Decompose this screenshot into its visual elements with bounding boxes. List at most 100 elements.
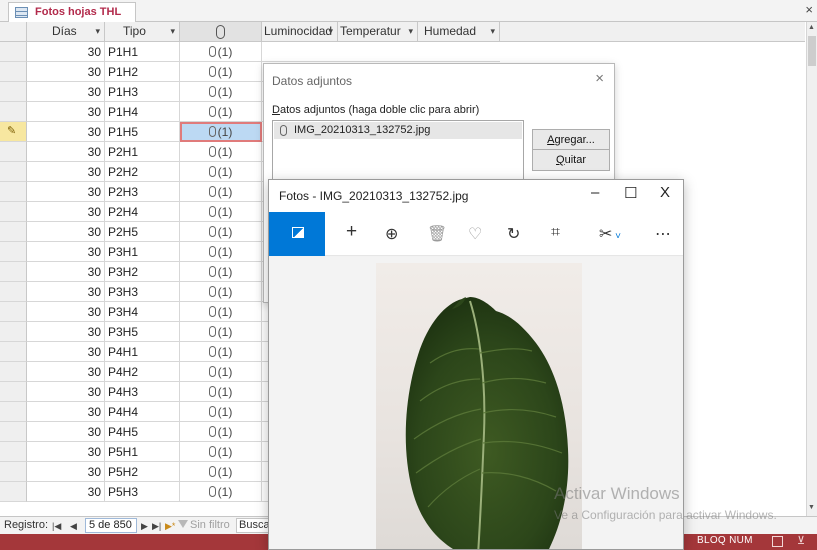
record-selector[interactable] xyxy=(0,442,27,462)
record-selector[interactable] xyxy=(0,402,27,422)
zoom-in-icon[interactable]: ⊕ xyxy=(385,224,398,244)
chevron-down-icon[interactable]: ▾ xyxy=(408,22,413,41)
cell-tipo[interactable]: P4H3 xyxy=(105,382,180,402)
cell-adjuntos[interactable]: (1) xyxy=(180,302,262,322)
design-view-icon[interactable]: ⊻ xyxy=(797,536,808,547)
record-selector[interactable] xyxy=(0,102,27,122)
cell-dias[interactable]: 30 xyxy=(27,142,105,162)
record-selector[interactable] xyxy=(0,242,27,262)
record-selector[interactable] xyxy=(0,82,27,102)
cell-dias[interactable]: 30 xyxy=(27,82,105,102)
record-selector[interactable] xyxy=(0,322,27,342)
cell-tipo[interactable]: P2H5 xyxy=(105,222,180,242)
cell-dias[interactable]: 30 xyxy=(27,402,105,422)
cell-adjuntos[interactable]: (1) xyxy=(180,342,262,362)
cell-tipo[interactable]: P2H1 xyxy=(105,142,180,162)
record-selector[interactable] xyxy=(0,282,27,302)
cell-tipo[interactable]: P3H5 xyxy=(105,322,180,342)
record-selector[interactable] xyxy=(0,262,27,282)
cell-tipo[interactable]: P1H2 xyxy=(105,62,180,82)
cell-adjuntos[interactable]: (1) xyxy=(180,102,262,122)
cell-tipo[interactable]: P5H1 xyxy=(105,442,180,462)
cell-dias[interactable]: 30 xyxy=(27,122,105,142)
cell-dias[interactable]: 30 xyxy=(27,282,105,302)
cell-tipo[interactable]: P3H3 xyxy=(105,282,180,302)
chevron-down-icon[interactable]: ▾ xyxy=(328,22,333,41)
cell-dias[interactable]: 30 xyxy=(27,302,105,322)
cell-adjuntos[interactable]: (1) xyxy=(180,482,262,502)
cell-adjuntos[interactable]: (1) xyxy=(180,62,262,82)
edit-icon[interactable]: ✂ ˅ xyxy=(599,224,621,244)
favorite-icon[interactable]: ♡ xyxy=(468,224,482,244)
cell-adjuntos[interactable]: (1) xyxy=(180,322,262,342)
cell-dias[interactable]: 30 xyxy=(27,242,105,262)
cell-tipo[interactable]: P4H2 xyxy=(105,362,180,382)
cell-adjuntos[interactable]: (1) xyxy=(180,202,262,222)
record-selector[interactable]: ✎ xyxy=(0,122,27,142)
scroll-down-icon[interactable]: ▼ xyxy=(808,504,815,511)
chevron-down-icon[interactable]: ▾ xyxy=(95,22,100,41)
column-header-luminocidad[interactable]: Luminocidad ▾ xyxy=(262,22,338,42)
record-selector[interactable] xyxy=(0,162,27,182)
minimize-button[interactable]: – xyxy=(591,184,599,201)
filter-indicator[interactable]: Sin filtro xyxy=(178,517,230,533)
cell-tipo[interactable]: P1H1 xyxy=(105,42,180,62)
cell-tipo[interactable]: P3H2 xyxy=(105,262,180,282)
cell-dias[interactable]: 30 xyxy=(27,462,105,482)
cell-adjuntos[interactable]: (1) xyxy=(180,162,262,182)
tab-fotos-hojas-thl[interactable]: Fotos hojas THL xyxy=(8,2,137,23)
cell-adjuntos[interactable]: (1) xyxy=(180,402,262,422)
cell-tipo[interactable]: P2H2 xyxy=(105,162,180,182)
cell-tipo[interactable]: P2H4 xyxy=(105,202,180,222)
cell-dias[interactable]: 30 xyxy=(27,342,105,362)
cell-dias[interactable]: 30 xyxy=(27,442,105,462)
column-header-dias[interactable]: Días ▾ xyxy=(27,22,105,42)
cell-dias[interactable]: 30 xyxy=(27,222,105,242)
cell-tipo[interactable]: P3H4 xyxy=(105,302,180,322)
record-selector[interactable] xyxy=(0,482,27,502)
rotate-icon[interactable]: ↻ xyxy=(507,224,520,244)
record-selector[interactable] xyxy=(0,462,27,482)
record-selector[interactable] xyxy=(0,342,27,362)
next-record-button[interactable]: ▶ xyxy=(141,518,148,534)
photos-title-bar[interactable]: Fotos - IMG_20210313_132752.jpg – ☐ X xyxy=(269,180,683,212)
cell-dias[interactable]: 30 xyxy=(27,322,105,342)
current-record-field[interactable]: 5 de 850 xyxy=(85,518,137,533)
record-selector[interactable] xyxy=(0,202,27,222)
table-row[interactable]: 30 P1H1 (1) xyxy=(0,42,500,62)
close-document-button[interactable]: × xyxy=(805,2,813,17)
close-icon[interactable]: × xyxy=(595,70,604,87)
crop-icon[interactable]: ⌗ xyxy=(551,224,560,242)
cell-dias[interactable]: 30 xyxy=(27,202,105,222)
cell-adjuntos[interactable]: (1) xyxy=(180,282,262,302)
cell-tipo[interactable]: P3H1 xyxy=(105,242,180,262)
column-header-humedad[interactable]: Humedad ▾ xyxy=(418,22,500,42)
cell-adjuntos[interactable]: (1) xyxy=(180,122,262,142)
cell-dias[interactable]: 30 xyxy=(27,262,105,282)
view-image-button[interactable] xyxy=(269,212,325,256)
remove-attachment-button[interactable]: Quitar xyxy=(532,149,610,171)
close-button[interactable]: X xyxy=(660,184,670,201)
record-selector[interactable] xyxy=(0,142,27,162)
cell-dias[interactable]: 30 xyxy=(27,362,105,382)
cell-tipo[interactable]: P1H5 xyxy=(105,122,180,142)
column-header-temperatura[interactable]: Temperatur ▾ xyxy=(338,22,418,42)
more-icon[interactable]: ⋯ xyxy=(655,224,671,244)
last-record-button[interactable]: ▶| xyxy=(152,518,161,534)
scroll-up-icon[interactable]: ▲ xyxy=(808,24,815,31)
datasheet-view-icon[interactable] xyxy=(772,536,783,547)
cell-dias[interactable]: 30 xyxy=(27,162,105,182)
cell-tipo[interactable]: P4H5 xyxy=(105,422,180,442)
cell-adjuntos[interactable]: (1) xyxy=(180,222,262,242)
maximize-button[interactable]: ☐ xyxy=(624,184,637,202)
cell-adjuntos[interactable]: (1) xyxy=(180,242,262,262)
scrollbar-thumb[interactable] xyxy=(808,36,816,66)
cell-adjuntos[interactable]: (1) xyxy=(180,82,262,102)
cell-adjuntos[interactable]: (1) xyxy=(180,142,262,162)
cell-dias[interactable]: 30 xyxy=(27,182,105,202)
record-selector[interactable] xyxy=(0,302,27,322)
cell-adjuntos[interactable]: (1) xyxy=(180,422,262,442)
cell-dias[interactable]: 30 xyxy=(27,102,105,122)
add-icon[interactable]: + xyxy=(346,221,357,243)
column-header-adjuntos[interactable] xyxy=(180,22,262,42)
